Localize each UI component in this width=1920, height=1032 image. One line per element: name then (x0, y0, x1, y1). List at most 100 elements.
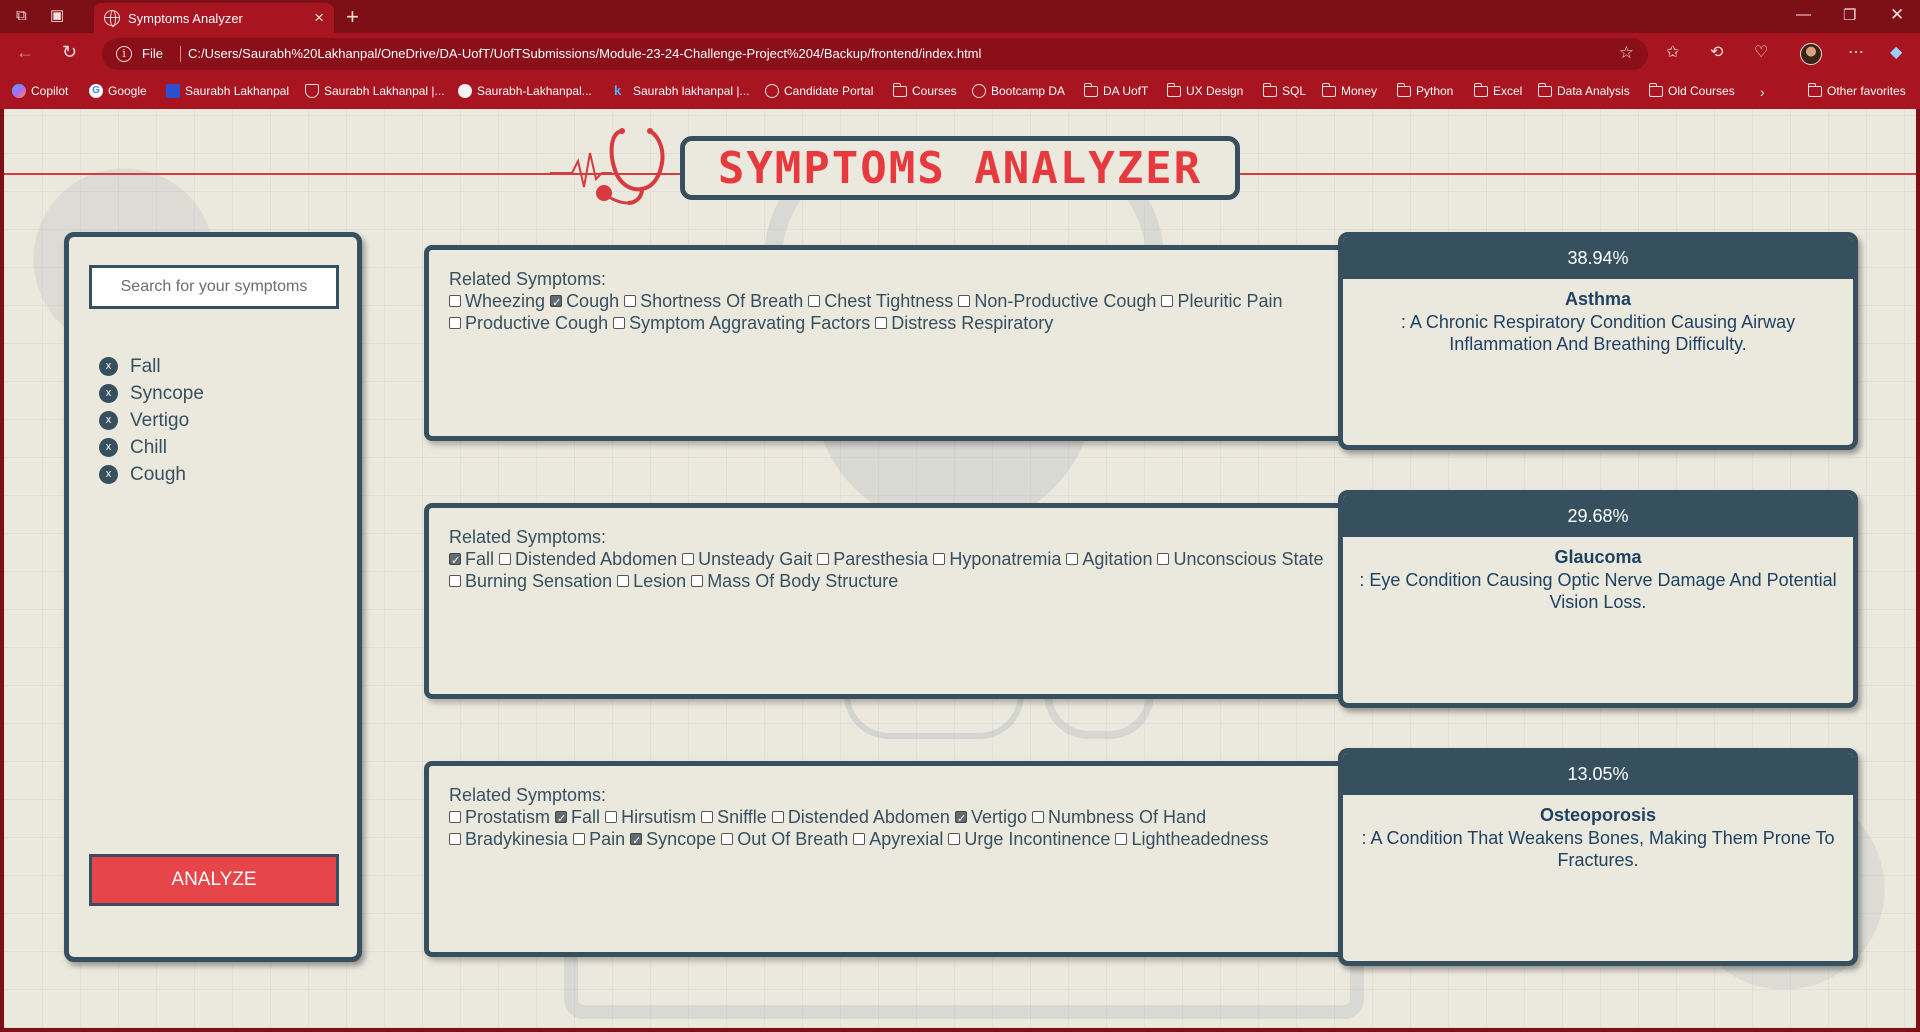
symptom-option[interactable]: Lightheadedness (1115, 829, 1269, 849)
bookmark-da-uoft[interactable]: DA UofT (1084, 82, 1148, 98)
profile-avatar[interactable] (1800, 43, 1822, 65)
checked-checkbox[interactable] (555, 808, 568, 830)
checkbox[interactable] (875, 317, 888, 329)
symptom-option[interactable]: Hirsutism (605, 807, 696, 827)
checkbox[interactable] (573, 833, 586, 845)
bookmark-python[interactable]: Python (1397, 82, 1453, 98)
bookmark-copilot[interactable]: Copilot (12, 84, 68, 98)
info-icon[interactable]: i (116, 46, 132, 62)
symptom-option[interactable]: Distended Abdomen (499, 549, 677, 569)
remove-symptom-icon[interactable]: x (99, 438, 118, 457)
bookmark-saurabh-lakhanpal-2[interactable]: Saurabh Lakhanpal |... (305, 84, 445, 98)
checkbox[interactable] (499, 553, 512, 565)
symptom-option[interactable]: Agitation (1066, 549, 1152, 569)
checkbox[interactable] (449, 295, 461, 307)
checkbox[interactable] (682, 553, 695, 565)
symptom-option[interactable]: Chest Tightness (808, 291, 953, 311)
symptom-option[interactable]: Pleuritic Pain (1161, 291, 1283, 311)
vertical-tabs-icon[interactable]: ▣ (50, 8, 64, 23)
symptom-option[interactable]: Numbness Of Hand (1032, 807, 1206, 827)
checkbox[interactable] (449, 833, 461, 845)
symptom-option[interactable]: Shortness Of Breath (624, 291, 803, 311)
checkbox[interactable] (691, 575, 704, 587)
symptom-option[interactable]: Symptom Aggravating Factors (613, 313, 870, 333)
symptom-option[interactable]: Pain (573, 829, 625, 849)
tab-symptoms-analyzer[interactable]: Symptoms Analyzer × (94, 3, 334, 33)
bookmark-github[interactable]: Saurabh-Lakhanpal... (458, 84, 592, 98)
symptom-option[interactable]: Unsteady Gait (682, 549, 812, 569)
bookmark-candidate-portal[interactable]: Candidate Portal (765, 84, 873, 98)
symptom-option[interactable]: Mass Of Body Structure (691, 571, 898, 591)
bookmark-money[interactable]: Money (1322, 82, 1377, 98)
symptom-option[interactable]: Distended Abdomen (771, 807, 950, 827)
bookmark-bootcamp-da[interactable]: Bootcamp DA (972, 84, 1065, 98)
chevron-right-icon[interactable]: › (1760, 84, 1765, 100)
symptom-option[interactable]: Syncope (630, 829, 716, 852)
checkbox[interactable] (449, 317, 461, 329)
symptom-option[interactable]: Vertigo (954, 807, 1027, 830)
window-close-icon[interactable]: ✕ (1890, 5, 1904, 25)
checkbox[interactable] (948, 833, 961, 845)
symptom-option[interactable]: Cough (550, 291, 619, 314)
history-icon[interactable]: ⟲ (1710, 42, 1723, 62)
symptom-option[interactable]: Burning Sensation (449, 571, 612, 591)
close-tab-icon[interactable]: × (314, 8, 324, 28)
checkbox[interactable] (624, 295, 637, 307)
address-bar[interactable]: i File C:/Users/Saurabh%20Lakhanpal/OneD… (102, 38, 1648, 70)
checkbox[interactable] (613, 317, 626, 329)
bookmark-courses[interactable]: Courses (893, 82, 957, 98)
checkbox[interactable] (449, 811, 461, 823)
checked-checkbox[interactable] (449, 550, 461, 572)
bookmark-excel[interactable]: Excel (1474, 82, 1522, 98)
symptom-option[interactable]: Unconscious State (1157, 549, 1324, 569)
browser-essentials-icon[interactable]: ♡ (1754, 42, 1768, 62)
new-tab-button[interactable]: + (346, 4, 359, 30)
symptom-option[interactable]: Sniffle (701, 807, 767, 827)
symptom-option[interactable]: Urge Incontinence (948, 829, 1110, 849)
bookmark-sql[interactable]: SQL (1263, 82, 1306, 98)
symptom-option[interactable]: Paresthesia (817, 549, 928, 569)
symptom-option[interactable]: Fall (555, 807, 600, 830)
url-text[interactable]: C:/Users/Saurabh%20Lakhanpal/OneDrive/DA… (188, 46, 981, 61)
symptom-option[interactable]: Productive Cough (449, 313, 608, 333)
checkbox[interactable] (1115, 833, 1128, 845)
analyze-button[interactable]: ANALYZE (89, 854, 339, 906)
symptom-option[interactable]: Distress Respiratory (875, 313, 1053, 333)
bookmark-old-courses[interactable]: Old Courses (1649, 82, 1735, 98)
checkbox[interactable] (617, 575, 630, 587)
checkbox[interactable] (933, 553, 946, 565)
bookmark-google[interactable]: G Google (89, 84, 147, 98)
checkbox[interactable] (1157, 553, 1170, 565)
checkbox[interactable] (1032, 811, 1045, 823)
refresh-icon[interactable]: ↻ (62, 42, 77, 63)
checkbox[interactable] (808, 295, 821, 307)
back-icon[interactable]: ← (16, 42, 34, 63)
symptom-search-input[interactable] (89, 265, 339, 309)
checkbox[interactable] (817, 553, 830, 565)
symptom-option[interactable]: Non-Productive Cough (958, 291, 1156, 311)
more-options-icon[interactable]: ⋯ (1848, 42, 1864, 62)
checked-checkbox[interactable] (630, 830, 643, 852)
remove-symptom-icon[interactable]: x (99, 357, 118, 376)
remove-symptom-icon[interactable]: x (99, 384, 118, 403)
symptom-option[interactable]: Apyrexial (853, 829, 943, 849)
checkbox[interactable] (721, 833, 734, 845)
bookmark-ux-design[interactable]: UX Design (1167, 82, 1243, 98)
favorites-icon[interactable]: ✩ (1666, 42, 1679, 62)
symptom-option[interactable]: Bradykinesia (449, 829, 568, 849)
bookmark-data-analysis[interactable]: Data Analysis (1538, 82, 1630, 98)
symptom-option[interactable]: Fall (449, 549, 494, 572)
remove-symptom-icon[interactable]: x (99, 465, 118, 484)
copilot-sidebar-icon[interactable]: ◆ (1890, 42, 1902, 62)
checkbox[interactable] (1066, 553, 1079, 565)
minimize-icon[interactable]: — (1796, 6, 1811, 23)
checkbox[interactable] (958, 295, 971, 307)
checkbox[interactable] (605, 811, 618, 823)
checkbox[interactable] (853, 833, 866, 845)
restore-icon[interactable]: ❐ (1843, 6, 1856, 24)
symptom-option[interactable]: Lesion (617, 571, 686, 591)
checkbox[interactable] (449, 575, 461, 587)
checkbox[interactable] (1161, 295, 1174, 307)
symptom-option[interactable]: Hyponatremia (933, 549, 1061, 569)
bookmark-saurabh-lakhanpal[interactable]: Saurabh Lakhanpal (166, 84, 289, 98)
